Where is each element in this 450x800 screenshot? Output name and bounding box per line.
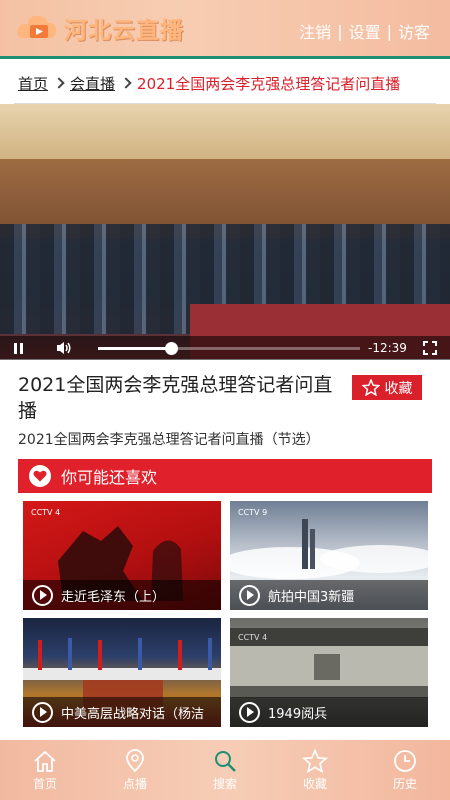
play-icon: [32, 584, 53, 606]
fullscreen-button[interactable]: [423, 336, 437, 360]
play-icon: [239, 584, 260, 606]
pause-button[interactable]: [14, 336, 26, 360]
app-logo[interactable]: 河北云直播: [16, 10, 184, 46]
cloud-tv-icon: [16, 10, 62, 46]
breadcrumb-live[interactable]: 会直播: [70, 73, 115, 94]
chevron-right-icon: [120, 77, 132, 89]
video-subtitle: 2021全国两会李克强总理答记者问直播（节选）: [18, 432, 320, 448]
favorite-button[interactable]: 收藏: [352, 375, 422, 400]
recommend-card[interactable]: CCTV 9 航拍中国3新疆: [230, 501, 428, 610]
settings-link[interactable]: 设置: [349, 19, 381, 43]
clock-icon: [394, 750, 416, 772]
heart-icon: [29, 465, 51, 487]
app-name: 河北云直播: [64, 18, 184, 44]
svg-text:CCTV 4: CCTV 4: [31, 508, 60, 517]
chevron-right-icon: [53, 77, 65, 89]
time-remaining: -12:39: [368, 341, 407, 355]
app-header: 河北云直播 注销 | 设置 | 访客: [0, 0, 450, 58]
nav-favorites[interactable]: 收藏: [270, 740, 360, 800]
seek-bar[interactable]: [98, 342, 360, 355]
video-player[interactable]: [0, 104, 450, 359]
svg-text:CCTV 9: CCTV 9: [238, 508, 267, 517]
pause-icon-bar: [20, 342, 23, 354]
seek-progress: [98, 347, 172, 350]
player-controls: -12:39: [0, 336, 450, 360]
card-caption: 中美高层战略对话（杨洁: [23, 697, 221, 727]
nav-label: 搜索: [212, 777, 237, 791]
svg-text:CCTV 4: CCTV 4: [238, 633, 267, 642]
location-pin-icon: [126, 749, 144, 773]
volume-button[interactable]: [56, 336, 72, 360]
bottom-nav: 首页 点播 搜索 收藏 历史: [0, 740, 450, 800]
nav-label: 收藏: [302, 777, 327, 791]
nav-home[interactable]: 首页: [0, 740, 90, 800]
video-title: 2021全国两会李克强总理答记者问直播: [18, 374, 333, 422]
card-title: 中美高层战略对话（杨洁: [61, 706, 205, 722]
nav-vod[interactable]: 点播: [90, 740, 180, 800]
link-separator: |: [337, 21, 343, 41]
header-accent-line: [0, 56, 450, 59]
favorite-label: 收藏: [384, 380, 413, 397]
recommend-card[interactable]: CCTV 4 1949阅兵: [230, 618, 428, 727]
fullscreen-icon: [423, 341, 437, 355]
recommend-card[interactable]: 中美高层战略对话（杨洁: [23, 618, 221, 727]
pause-icon: [14, 342, 17, 354]
volume-icon: [57, 342, 71, 354]
nav-label: 首页: [32, 777, 57, 791]
recommend-header: 你可能还喜欢: [18, 459, 432, 493]
recommend-card[interactable]: CCTV 4 走近毛泽东（上）: [23, 501, 221, 610]
breadcrumb-current: 2021全国两会李克强总理答记者问直播: [137, 74, 401, 93]
star-icon: [302, 749, 328, 773]
video-frame-ceiling: [0, 104, 450, 164]
recommend-title: 你可能还喜欢: [61, 468, 158, 487]
card-caption: 走近毛泽东（上）: [23, 580, 221, 610]
card-caption: 航拍中国3新疆: [230, 580, 428, 610]
breadcrumb-home[interactable]: 首页: [18, 73, 48, 94]
play-icon: [239, 701, 260, 723]
star-icon: [361, 379, 380, 396]
nav-label: 历史: [392, 777, 417, 791]
nav-label: 点播: [122, 777, 147, 791]
breadcrumb: 首页 会直播 2021全国两会李克强总理答记者问直播: [18, 70, 400, 96]
home-icon: [34, 750, 56, 772]
seek-handle[interactable]: [165, 342, 179, 355]
nav-history[interactable]: 历史: [360, 740, 450, 800]
card-title: 1949阅兵: [268, 706, 328, 722]
search-icon: [215, 751, 236, 772]
nav-search[interactable]: 搜索: [180, 740, 270, 800]
card-caption: 1949阅兵: [230, 697, 428, 727]
card-title: 航拍中国3新疆: [268, 589, 355, 605]
logout-link[interactable]: 注销: [299, 19, 331, 43]
link-separator: |: [386, 21, 392, 41]
visitor-link[interactable]: 访客: [398, 19, 430, 43]
top-links: 注销 | 设置 | 访客: [299, 19, 430, 43]
play-icon: [32, 701, 53, 723]
card-title: 走近毛泽东（上）: [61, 589, 166, 605]
